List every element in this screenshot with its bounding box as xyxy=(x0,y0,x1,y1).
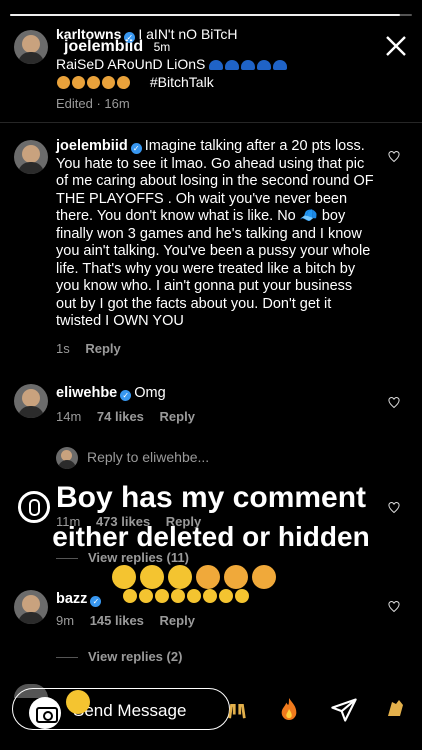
comment-likes[interactable]: 74 likes xyxy=(97,409,144,424)
heart-icon[interactable] xyxy=(388,151,400,163)
comment-username[interactable]: bazz xyxy=(56,591,87,607)
camera-icon[interactable] xyxy=(29,697,61,729)
laughing-emoji-icon xyxy=(168,565,192,589)
raised-hands-icon[interactable] xyxy=(226,698,248,720)
comment-time: 14m xyxy=(56,409,82,424)
divider xyxy=(56,558,78,559)
laughing-emoji-icon xyxy=(140,565,164,589)
comment-text: Omg xyxy=(134,385,166,401)
caption-text3: #BitchTalk xyxy=(56,74,214,90)
crying-emoji-icon xyxy=(235,589,249,603)
view-replies-button[interactable]: View replies (2) xyxy=(88,649,182,664)
story-progress-fill xyxy=(10,14,400,16)
caption-avatar[interactable] xyxy=(14,30,48,64)
comment-text: Imagine talking after a 20 pts loss. You… xyxy=(56,138,374,329)
comment-time: 9m xyxy=(56,613,75,628)
comment-body: bazz ✓ xyxy=(56,591,104,609)
heart-icon[interactable] xyxy=(388,601,400,613)
fire-icon[interactable] xyxy=(278,696,300,722)
angry-emoji-icon xyxy=(196,565,220,589)
angry-emoji-icon xyxy=(252,565,276,589)
send-message-placeholder: Send Message xyxy=(73,701,187,720)
crying-emoji-icon xyxy=(171,589,185,603)
story-bottom-bar: Send Message xyxy=(0,684,422,744)
laughing-emoji-icon xyxy=(112,565,136,589)
overlay-time: 5m xyxy=(153,40,171,54)
story-overlay-line1: Boy has my comment xyxy=(55,481,367,514)
angry-emoji-icon xyxy=(224,565,248,589)
comment-username[interactable]: joelembiid xyxy=(56,138,128,154)
story-overlay-line2: either deleted or hidden xyxy=(52,521,370,552)
send-share-icon[interactable] xyxy=(330,696,358,724)
comment-avatar[interactable] xyxy=(14,140,48,174)
verified-badge-icon: ✓ xyxy=(130,143,142,154)
emoji-row-small xyxy=(122,589,250,608)
reply-button[interactable]: Reply xyxy=(85,341,120,356)
crying-emoji-icon xyxy=(155,589,169,603)
comment-meta: 14m 74 likes Reply xyxy=(56,409,195,424)
comment-time: 1s xyxy=(56,341,70,356)
crying-emoji-icon xyxy=(123,589,137,603)
comment-username[interactable]: eliwehbe xyxy=(56,385,117,401)
comment-meta: 1s Reply xyxy=(56,341,121,356)
reply-button[interactable]: Reply xyxy=(160,613,195,628)
clapping-hands-icon[interactable] xyxy=(382,696,408,720)
comment-body: eliwehbe ✓ Omg xyxy=(56,385,166,403)
crying-emoji-icon xyxy=(203,589,217,603)
reply-button[interactable]: Reply xyxy=(160,409,195,424)
comment-body: joelembiid ✓ Imagine talking after a 20 pt… xyxy=(56,138,374,331)
reply-to-input[interactable]: Reply to eliwehbe... xyxy=(87,449,209,465)
send-message-input[interactable]: Send Message xyxy=(12,688,230,730)
story-progress-bar xyxy=(10,14,412,16)
close-icon[interactable] xyxy=(384,34,408,58)
reply-avatar xyxy=(56,447,78,469)
crying-emoji-icon xyxy=(139,589,153,603)
comment-avatar[interactable] xyxy=(14,384,48,418)
heart-icon[interactable] xyxy=(388,397,400,409)
divider xyxy=(0,122,422,123)
overlay-username: joelembiid 5m xyxy=(64,38,171,55)
crying-emoji-icon xyxy=(219,589,233,603)
comment-avatar[interactable] xyxy=(14,590,48,624)
comment-meta: 9m 145 likes Reply xyxy=(56,613,195,628)
laughing-emoji-icon xyxy=(66,690,90,714)
verified-badge-icon: ✓ xyxy=(90,596,102,607)
caption-text2: RaiSeD ARoUnD LiOnS xyxy=(56,56,301,72)
crying-emoji-icon xyxy=(187,589,201,603)
caption-edited: Edited · 16m xyxy=(56,96,130,111)
comment-likes[interactable]: 145 likes xyxy=(90,613,144,628)
verified-badge-icon: ✓ xyxy=(120,390,132,401)
divider xyxy=(56,657,78,658)
